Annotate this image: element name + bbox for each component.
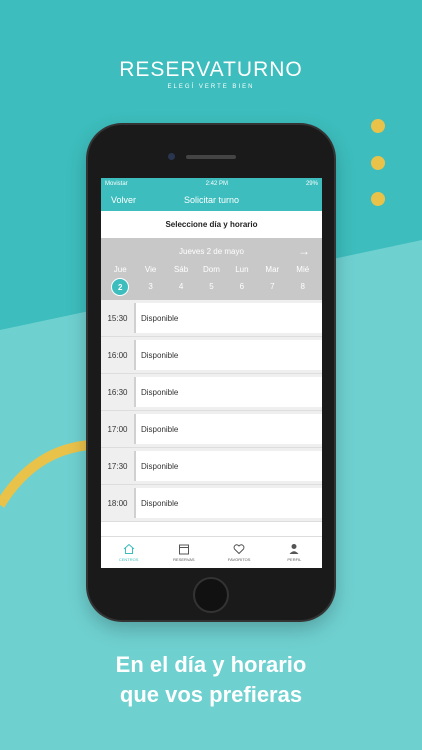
time-slot-row[interactable]: 18:00 Disponible xyxy=(101,485,322,522)
caption-line-2: que vos prefieras xyxy=(119,682,303,707)
day-item[interactable]: Dom 5 xyxy=(196,264,226,300)
person-icon xyxy=(289,544,299,554)
clock-label: 2:42 PM xyxy=(205,180,228,187)
arrow-right-icon[interactable]: → xyxy=(298,244,310,258)
tab-label: FAVORITOS xyxy=(227,557,251,562)
day-number: 8 xyxy=(300,282,305,291)
camera-icon xyxy=(168,153,175,160)
carrier-label: Movistar xyxy=(105,180,128,187)
time-slot-row[interactable]: 16:30 Disponible xyxy=(101,374,322,411)
day-item[interactable]: Lun 6 xyxy=(227,264,257,300)
day-item[interactable]: Vie 3 xyxy=(135,264,165,300)
day-name: Sáb xyxy=(173,265,189,274)
yellow-dot-2 xyxy=(371,156,385,170)
day-item[interactable]: Sáb 4 xyxy=(166,264,196,300)
yellow-dot-3 xyxy=(371,192,385,206)
day-name: Dom xyxy=(203,265,220,274)
tab-centros[interactable]: CENTROS xyxy=(101,537,156,568)
date-label: Jueves 2 de mayo xyxy=(179,246,244,256)
day-item[interactable]: Jue 2 xyxy=(105,264,135,300)
brand-tagline: ELEGÍ VERTE BIEN xyxy=(167,84,255,90)
tab-reservas[interactable]: RESERVAS xyxy=(156,537,211,568)
day-number: 3 xyxy=(148,282,153,291)
slot-status[interactable]: Disponible xyxy=(134,451,322,481)
day-name: Lun xyxy=(235,265,249,274)
promo-caption: En el día y horario que vos prefieras xyxy=(0,650,422,710)
day-number: 5 xyxy=(209,282,214,291)
home-button[interactable] xyxy=(193,577,229,613)
day-name: Mar xyxy=(265,265,280,274)
slot-status[interactable]: Disponible xyxy=(134,414,322,444)
time-slot-list: 15:30 Disponible 16:00 Disponible 16:30 … xyxy=(101,300,322,522)
date-header: Jueves 2 de mayo → xyxy=(101,238,322,264)
tab-label: CENTROS xyxy=(118,557,139,562)
tab-favoritos[interactable]: FAVORITOS xyxy=(212,537,267,568)
section-title: Seleccione día y horario xyxy=(101,211,322,238)
slot-time: 15:30 xyxy=(107,313,128,323)
speaker-grille xyxy=(186,155,236,159)
time-slot-row[interactable]: 15:30 Disponible xyxy=(101,300,322,337)
time-slot-row[interactable]: 17:30 Disponible xyxy=(101,448,322,485)
slot-status[interactable]: Disponible xyxy=(134,340,322,370)
day-item[interactable]: Mar 7 xyxy=(257,264,287,300)
caption-line-1: En el día y horario xyxy=(115,652,307,677)
nav-title: Solicitar turno xyxy=(183,195,240,205)
day-selector: Jue 2 Vie 3 Sáb 4 Dom 5 Lun 6 Mar 7 Mié … xyxy=(101,264,322,300)
slot-time: 17:30 xyxy=(107,461,128,471)
brand-logo: RESERVATURNO ELEGÍ VERTE BIEN xyxy=(0,58,422,90)
slot-status[interactable]: Disponible xyxy=(134,488,322,518)
tab-perfil[interactable]: PERFIL xyxy=(267,537,322,568)
day-number: 7 xyxy=(270,282,275,291)
brand-name: RESERVATURNO xyxy=(119,58,303,81)
slot-status[interactable]: Disponible xyxy=(134,303,322,333)
battery-label: 29% xyxy=(305,180,318,187)
home-icon xyxy=(123,543,134,554)
tab-bar: CENTROS RESERVAS FAVORITOS PERFIL xyxy=(101,536,322,568)
day-name: Jue xyxy=(113,265,127,274)
nav-bar: Volver Solicitar turno xyxy=(101,189,322,211)
slot-time: 17:00 xyxy=(107,424,128,434)
back-button[interactable]: Volver xyxy=(111,195,136,205)
tab-label: PERFIL xyxy=(287,557,302,562)
time-slot-row[interactable]: 17:00 Disponible xyxy=(101,411,322,448)
calendar-icon xyxy=(178,544,189,555)
day-number: 4 xyxy=(178,282,184,291)
time-slot-row[interactable]: 16:00 Disponible xyxy=(101,337,322,374)
day-number: 6 xyxy=(239,282,245,291)
status-bar: Movistar 2:42 PM 29% xyxy=(101,178,322,189)
day-name: Vie xyxy=(144,265,157,274)
slot-time: 18:00 xyxy=(107,498,128,508)
yellow-dot-1 xyxy=(371,119,385,133)
app-screen: Movistar 2:42 PM 29% Volver Solicitar tu… xyxy=(101,178,322,568)
heart-icon xyxy=(233,544,245,555)
slot-time: 16:00 xyxy=(107,350,128,360)
day-item[interactable]: Mié 8 xyxy=(288,264,318,300)
day-number: 2 xyxy=(111,278,130,296)
tab-label: RESERVAS xyxy=(173,557,195,562)
slot-time: 16:30 xyxy=(107,387,128,397)
slot-status[interactable]: Disponible xyxy=(134,377,322,407)
day-name: Mié xyxy=(296,265,310,274)
